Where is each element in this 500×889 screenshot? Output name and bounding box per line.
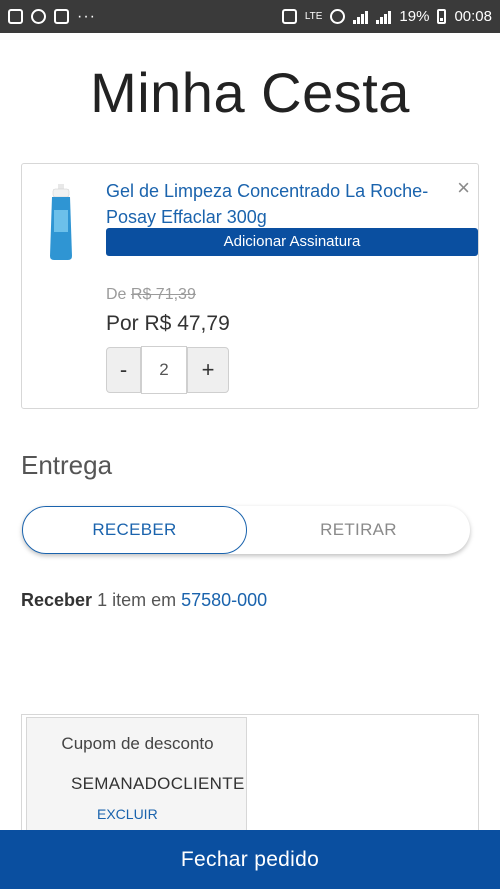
remove-coupon-button[interactable]: EXCLUIR: [97, 806, 158, 822]
lte-indicator: LTE: [304, 10, 323, 22]
checkout-button[interactable]: Fechar pedido: [0, 830, 500, 889]
delivery-section-title: Entrega: [21, 450, 113, 480]
wifi-icon: [330, 9, 346, 24]
old-price-value: R$ 71,39: [130, 286, 196, 303]
cart-item-card: Gel de Limpeza Concentrado La Roche-Posa…: [21, 163, 479, 409]
add-subscription-button[interactable]: Adicionar Assinatura: [106, 228, 478, 256]
delivery-mode-toggle: RECEBER RETIRAR: [22, 506, 470, 554]
decrease-quantity-button[interactable]: -: [106, 347, 141, 393]
delivery-summary-mode: Receber: [21, 590, 93, 610]
signal-2-icon: [376, 10, 392, 24]
delivery-option-receber[interactable]: RECEBER: [22, 506, 247, 554]
page-title: Minha Cesta: [90, 61, 410, 124]
alarm-icon: [281, 9, 297, 24]
current-price: Por R$ 47,79: [106, 312, 230, 335]
sync-icon: [31, 9, 46, 24]
status-bar-system: LTE 19% 00:08: [281, 8, 492, 25]
delivery-summary: Receber 1 item em 57580-000: [21, 590, 267, 611]
old-price: De R$ 71,39: [106, 286, 196, 304]
delivery-summary-text: 1 item em: [97, 590, 177, 610]
status-bar-notifications: ···: [8, 8, 96, 26]
coupon-label: Cupom de desconto: [61, 734, 214, 753]
signal-icon: [353, 10, 369, 24]
clock: 00:08: [454, 8, 492, 25]
battery-percent: 19%: [399, 8, 430, 25]
postal-code-link[interactable]: 57580-000: [181, 590, 267, 610]
quantity-stepper: - 2 +: [106, 346, 229, 394]
product-image[interactable]: [44, 184, 78, 260]
more-notifications-icon: ···: [77, 7, 96, 25]
delivery-option-retirar[interactable]: RETIRAR: [247, 506, 470, 554]
old-price-prefix: De: [106, 286, 127, 303]
battery-icon: [437, 9, 447, 24]
instagram-icon: [54, 9, 69, 24]
coupon-code: SEMANADOCLIENTE: [71, 774, 245, 793]
status-bar: ··· LTE 19% 00:08: [0, 0, 500, 33]
increase-quantity-button[interactable]: +: [187, 347, 229, 393]
gallery-icon: [8, 9, 23, 24]
quantity-value[interactable]: 2: [141, 346, 187, 394]
product-name[interactable]: Gel de Limpeza Concentrado La Roche-Posa…: [106, 178, 446, 230]
remove-item-icon[interactable]: ×: [457, 177, 470, 199]
